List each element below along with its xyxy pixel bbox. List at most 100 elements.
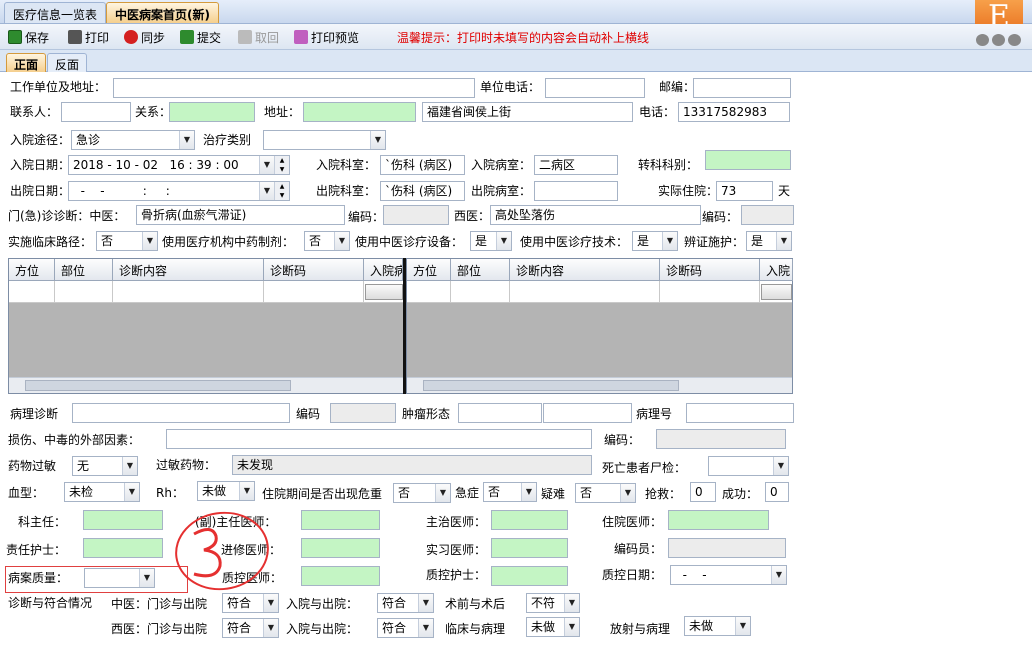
- clin-path-select[interactable]: 未做 ▼: [526, 617, 580, 637]
- autopsy-select[interactable]: ▼: [708, 456, 789, 476]
- qc-date-picker[interactable]: - - ▼: [670, 565, 787, 585]
- tab-medical-list[interactable]: 医疗信息一览表: [4, 2, 107, 23]
- col-code[interactable]: 诊断码: [660, 259, 760, 281]
- rh-select[interactable]: 未做 ▼: [197, 481, 255, 501]
- horizontal-scrollbar[interactable]: [9, 377, 403, 393]
- work-address-field[interactable]: [113, 78, 475, 98]
- col-direction[interactable]: 方位: [9, 259, 55, 281]
- injury-code-field[interactable]: [656, 429, 786, 449]
- actual-stay-field[interactable]: 73: [716, 181, 773, 201]
- tcm-code-field[interactable]: [383, 205, 449, 225]
- pathology-code-field[interactable]: [330, 403, 396, 423]
- col-content[interactable]: 诊断内容: [510, 259, 660, 281]
- admission-dept-field[interactable]: `伤科 (病区): [380, 155, 465, 175]
- col-admission[interactable]: 入院: [760, 259, 793, 281]
- save-button[interactable]: 保存: [8, 28, 49, 46]
- address-detail-field[interactable]: 福建省闽侯上街: [422, 102, 633, 122]
- admission-route-select[interactable]: 急诊 ▼: [71, 130, 195, 150]
- trainee-field[interactable]: [301, 538, 380, 558]
- diagnosis-grid-right[interactable]: 方位 部位 诊断内容 诊断码 入院: [406, 258, 793, 394]
- assoc-chief-field[interactable]: [301, 510, 380, 530]
- attending-field[interactable]: [491, 510, 568, 530]
- sync-button[interactable]: 同步: [124, 28, 165, 46]
- tab-front[interactable]: 正面: [6, 53, 47, 72]
- diagnosis-grid-left[interactable]: 方位 部位 诊断内容 诊断码 入院病: [8, 258, 404, 394]
- nurse-field[interactable]: [83, 538, 163, 558]
- spin-stepper[interactable]: ▲ ▼: [274, 182, 289, 200]
- admission-date-picker[interactable]: 2018 - 10 - 02 16 : 39 : 00 ▼ ▲ ▼: [68, 155, 290, 175]
- submit-button[interactable]: 提交: [180, 28, 221, 46]
- row-button[interactable]: [365, 284, 403, 300]
- grid-header: 方位 部位 诊断内容 诊断码 入院病: [9, 259, 403, 281]
- blood-type-select[interactable]: 未检 ▼: [64, 482, 140, 502]
- rescue-field[interactable]: 0: [690, 482, 716, 502]
- blood-type-label: 血型：: [8, 486, 45, 500]
- col-content[interactable]: 诊断内容: [113, 259, 264, 281]
- pre-post-select[interactable]: 不符 ▼: [526, 593, 580, 613]
- qc-nurse-field[interactable]: [491, 566, 568, 586]
- admission-ward-field[interactable]: 二病区: [534, 155, 618, 175]
- tumor-morphology-field[interactable]: [458, 403, 542, 423]
- admission-route-label: 入院途径：: [10, 133, 71, 147]
- dept-head-field[interactable]: [83, 510, 163, 530]
- tab-tcm-record[interactable]: 中医病案首页(新): [106, 2, 219, 23]
- table-row[interactable]: [407, 281, 792, 303]
- quality-select[interactable]: ▼: [84, 568, 155, 588]
- wm-outpatient-select[interactable]: 符合 ▼: [222, 618, 279, 638]
- phone-field[interactable]: 13317582983: [678, 102, 790, 122]
- tcm-equipment-select[interactable]: 是 ▼: [470, 231, 512, 251]
- tcm-diagnosis-field[interactable]: 骨折病(血瘀气滞证): [136, 205, 345, 225]
- table-row[interactable]: [9, 281, 403, 303]
- tumor-code-field[interactable]: [543, 403, 632, 423]
- critical-select[interactable]: 否 ▼: [393, 483, 451, 503]
- tab-back[interactable]: 反面: [47, 53, 88, 72]
- col-code[interactable]: 诊断码: [264, 259, 364, 281]
- col-direction[interactable]: 方位: [407, 259, 451, 281]
- drug-allergy-select[interactable]: 无 ▼: [72, 456, 138, 476]
- tip-text: 温馨提示：打印时未填写的内容会自动补上横线: [397, 30, 650, 45]
- injury-cause-label: 损伤、中毒的外部因素：: [8, 433, 141, 447]
- work-phone-field[interactable]: [545, 78, 645, 98]
- injury-cause-field[interactable]: [166, 429, 592, 449]
- window-controls[interactable]: [976, 34, 1024, 46]
- discharge-ward-field[interactable]: [534, 181, 618, 201]
- print-preview-button[interactable]: 打印预览: [294, 28, 359, 46]
- print-button[interactable]: 打印: [68, 28, 109, 46]
- pathology-field[interactable]: [72, 403, 290, 423]
- clinical-pathway-select[interactable]: 否 ▼: [96, 231, 158, 251]
- tcm-prep-select[interactable]: 否 ▼: [304, 231, 350, 251]
- col-admission[interactable]: 入院病: [364, 259, 403, 281]
- western-diagnosis-field[interactable]: 高处坠落伤: [490, 205, 701, 225]
- pathology-number-field[interactable]: [686, 403, 794, 423]
- acute-select[interactable]: 否 ▼: [483, 482, 537, 502]
- treatment-type-select[interactable]: ▼: [263, 130, 386, 150]
- difficult-select[interactable]: 否 ▼: [575, 483, 636, 503]
- contact-field[interactable]: [61, 102, 131, 122]
- success-field[interactable]: 0: [765, 482, 789, 502]
- transfer-dept-field[interactable]: [705, 150, 791, 170]
- horizontal-scrollbar[interactable]: [407, 377, 792, 393]
- discharge-date-picker[interactable]: - - : : ▼ ▲ ▼: [68, 181, 290, 201]
- intern-field[interactable]: [491, 538, 568, 558]
- row-button[interactable]: [761, 284, 792, 300]
- col-part[interactable]: 部位: [55, 259, 113, 281]
- address-field[interactable]: [303, 102, 416, 122]
- tcm-technique-select[interactable]: 是 ▼: [632, 231, 678, 251]
- col-part[interactable]: 部位: [451, 259, 510, 281]
- tcm-prep-label: 使用医疗机构中药制剂：: [162, 235, 295, 249]
- relation-field[interactable]: [169, 102, 255, 122]
- allergy-drug-field[interactable]: 未发现: [232, 455, 592, 475]
- spin-stepper[interactable]: ▲ ▼: [274, 156, 289, 174]
- undo-button[interactable]: 取回: [238, 28, 279, 46]
- rad-path-select[interactable]: 未做 ▼: [684, 616, 751, 636]
- discharge-dept-field[interactable]: `伤科 (病区): [380, 181, 465, 201]
- wm-adm-dis-select[interactable]: 符合 ▼: [377, 618, 434, 638]
- tcm-adm-dis-select[interactable]: 符合 ▼: [377, 593, 434, 613]
- syndrome-nursing-select[interactable]: 是 ▼: [746, 231, 792, 251]
- postcode-field[interactable]: [693, 78, 791, 98]
- tcm-outpatient-select[interactable]: 符合 ▼: [222, 593, 279, 613]
- coder-field[interactable]: [668, 538, 786, 558]
- western-code-field[interactable]: [741, 205, 794, 225]
- qc-doctor-field[interactable]: [301, 566, 380, 586]
- resident-field[interactable]: [668, 510, 769, 530]
